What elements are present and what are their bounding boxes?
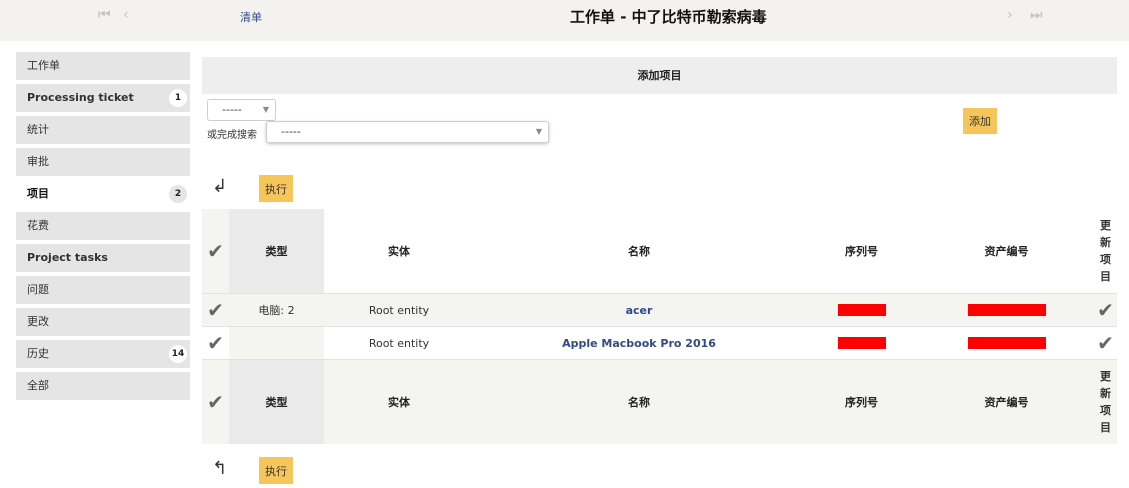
row-checkbox[interactable]: ✔ <box>202 294 229 326</box>
select-all-checkbox[interactable]: ✔ <box>202 209 229 293</box>
update-header-char: 更 <box>1100 219 1111 232</box>
sidebar-item-label: 问题 <box>27 283 49 296</box>
update-header-char: 目 <box>1100 421 1111 434</box>
top-bar: ⏮ ‹ 清单 工作单 - 中了比特币勒索病毒 › ⏭ <box>0 0 1129 41</box>
sidebar-item-label: Project tasks <box>27 251 108 264</box>
execute-button-bottom[interactable]: 执行 <box>259 457 293 484</box>
page-title: 工作单 - 中了比特币勒索病毒 <box>570 8 767 26</box>
column-header-asset[interactable]: 资产编号 <box>919 209 1094 293</box>
sidebar-item-project-tasks[interactable]: Project tasks <box>16 244 190 272</box>
execute-button-top[interactable]: 执行 <box>259 175 293 202</box>
asset-cell <box>919 327 1094 359</box>
next-page-icon[interactable]: › <box>1007 7 1013 23</box>
entity-cell: Root entity <box>368 336 430 350</box>
table-header-row: ✔ 类型 实体 名称 序列号 资产编号 更 新 项 目 <box>202 209 1117 293</box>
sidebar: 工作单 Processing ticket 1 统计 审批 项目 2 花费 Proj… <box>16 52 190 404</box>
arrow-up-left-icon: ↰ <box>212 458 228 479</box>
column-header-entity[interactable]: 实体 <box>324 360 474 444</box>
arrow-down-left-icon: ↲ <box>212 176 228 197</box>
update-header-char: 项 <box>1100 404 1111 417</box>
update-header-char: 目 <box>1100 270 1111 283</box>
chevron-down-icon: ▼ <box>535 127 542 136</box>
list-link[interactable]: 清单 <box>240 9 262 25</box>
column-header-asset[interactable]: 资产编号 <box>919 360 1094 444</box>
group-type-cell-empty <box>229 327 324 359</box>
first-page-icon[interactable]: ⏮ <box>98 7 111 23</box>
update-checkbox[interactable]: ✔ <box>1094 294 1117 326</box>
item-type-select[interactable]: ----- ▼ <box>207 99 276 121</box>
column-header-type[interactable]: 类型 <box>229 209 324 293</box>
sidebar-item-label: 项目 <box>27 187 49 200</box>
item-search-select-value: ----- <box>281 125 301 138</box>
group-type-cell: 电脑: 2 <box>258 304 295 317</box>
sidebar-item-costs[interactable]: 花费 <box>16 212 190 240</box>
asset-cell <box>919 294 1094 326</box>
redaction-mark <box>837 337 886 349</box>
row-checkbox[interactable]: ✔ <box>202 327 229 359</box>
sidebar-item-problems[interactable]: 问题 <box>16 276 190 304</box>
sidebar-item-label: 更改 <box>27 315 49 328</box>
sidebar-item-statistics[interactable]: 统计 <box>16 116 190 144</box>
serial-cell <box>804 327 919 359</box>
sidebar-item-processing-ticket[interactable]: Processing ticket 1 <box>16 84 190 112</box>
count-badge: 2 <box>169 185 187 203</box>
search-label: 或完成搜索 <box>207 130 257 141</box>
sidebar-item-label: 审批 <box>27 155 49 168</box>
item-search-select[interactable]: ----- ▼ <box>266 121 549 143</box>
count-badge: 1 <box>169 89 187 107</box>
table-row[interactable]: ✔ 电脑: 2 Root entity acer ✔ <box>202 293 1117 326</box>
sidebar-item-history[interactable]: 历史 14 <box>16 340 190 368</box>
sidebar-item-changes[interactable]: 更改 <box>16 308 190 336</box>
update-header-char: 项 <box>1100 253 1111 266</box>
sidebar-item-label: Processing ticket <box>27 91 134 104</box>
item-name-link[interactable]: acer <box>474 294 804 326</box>
column-header-update[interactable]: 更 新 项 目 <box>1094 360 1117 444</box>
previous-page-icon[interactable]: ‹ <box>123 7 129 23</box>
entity-cell: Root entity <box>368 303 430 317</box>
column-header-update[interactable]: 更 新 项 目 <box>1094 209 1117 293</box>
sidebar-item-label: 花费 <box>27 219 49 232</box>
column-header-name[interactable]: 名称 <box>474 360 804 444</box>
chevron-down-icon: ▼ <box>262 105 269 114</box>
add-item-header: 添加项目 <box>202 57 1117 94</box>
column-header-name[interactable]: 名称 <box>474 209 804 293</box>
table-footer-row: ✔ 类型 实体 名称 序列号 资产编号 更 新 项 目 <box>202 359 1117 444</box>
serial-cell <box>804 294 919 326</box>
item-name-link[interactable]: Apple Macbook Pro 2016 <box>474 327 804 359</box>
update-header-char: 新 <box>1100 387 1111 400</box>
redaction-mark <box>967 337 1046 349</box>
redaction-mark <box>967 304 1046 316</box>
sidebar-item-label: 历史 <box>27 347 49 360</box>
sidebar-item-items[interactable]: 项目 2 <box>16 180 190 208</box>
sidebar-item-label: 工作单 <box>27 59 60 72</box>
column-header-entity[interactable]: 实体 <box>324 209 474 293</box>
count-badge: 14 <box>169 345 187 363</box>
update-header-char: 新 <box>1100 236 1111 249</box>
select-all-checkbox-bottom[interactable]: ✔ <box>202 360 229 444</box>
column-header-type[interactable]: 类型 <box>229 360 324 444</box>
column-header-serial[interactable]: 序列号 <box>804 209 919 293</box>
redaction-mark <box>837 304 886 316</box>
item-type-select-value: ----- <box>222 103 242 116</box>
add-button[interactable]: 添加 <box>963 108 997 134</box>
update-checkbox[interactable]: ✔ <box>1094 327 1117 359</box>
sidebar-item-ticket[interactable]: 工作单 <box>16 52 190 80</box>
sidebar-item-label: 全部 <box>27 379 49 392</box>
table-row[interactable]: ✔ Root entity Apple Macbook Pro 2016 ✔ <box>202 326 1117 359</box>
sidebar-item-label: 统计 <box>27 123 49 136</box>
column-header-serial[interactable]: 序列号 <box>804 360 919 444</box>
sidebar-item-all[interactable]: 全部 <box>16 372 190 400</box>
sidebar-item-approval[interactable]: 审批 <box>16 148 190 176</box>
update-header-char: 更 <box>1100 370 1111 383</box>
last-page-icon[interactable]: ⏭ <box>1030 7 1043 23</box>
